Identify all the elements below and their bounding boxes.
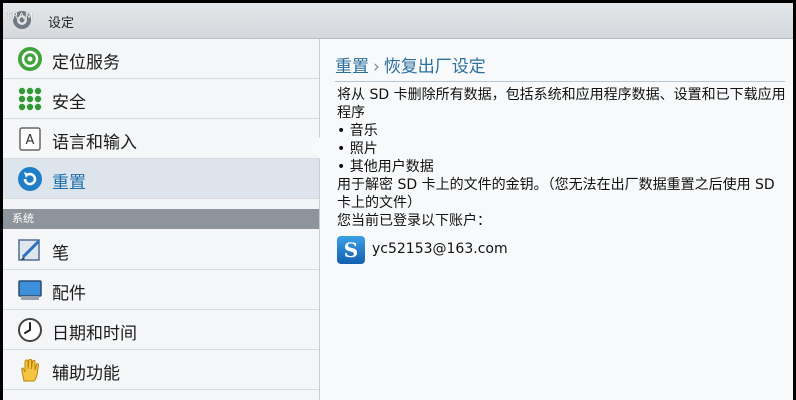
decrypt-note: 用于解密 SD 卡上的文件的金钥。（您无法在出厂数据重置之后使用 SD 卡上的文… <box>337 177 775 211</box>
svg-text:A: A <box>26 133 35 148</box>
bullet-item: 其他用户数据 <box>337 158 787 176</box>
sidebar-item-label: 配件 <box>52 284 86 304</box>
reset-description: 将从 SD 卡删除所有数据，包括系统和应用程序数据、设置和已下载应用程序 音乐 … <box>337 86 787 230</box>
account-s-icon: S <box>337 236 365 264</box>
sidebar-item-location[interactable]: 定位服务 <box>3 39 319 79</box>
sidebar-item-security[interactable]: 安全 <box>3 79 319 119</box>
hand-icon <box>21 358 40 382</box>
accounts-label: 您当前已登录以下账户： <box>337 213 491 229</box>
sidebar-item-label: 语言和输入 <box>52 133 137 153</box>
title-bar: TRAM 设定 <box>3 3 793 39</box>
sidebar-item-label: 安全 <box>52 93 86 113</box>
monitor-icon <box>18 280 42 300</box>
breadcrumb-separator: › <box>373 57 380 77</box>
bullet-item: 音乐 <box>337 122 787 140</box>
sidebar-item-pen[interactable]: 笔 <box>3 230 319 270</box>
breadcrumb-divider <box>335 81 785 82</box>
window-title: 设定 <box>48 16 75 31</box>
watermark: TRAM <box>6 12 34 22</box>
settings-list[interactable]: 定位服务 安全 A 语言和输入 重置 系统 笔 配件 日期和时间 辅助功能 <box>3 39 320 400</box>
sidebar-item-language-input[interactable]: A 语言和输入 <box>3 119 319 159</box>
sidebar-item-accessories[interactable]: 配件 <box>3 270 319 310</box>
reset-icon <box>18 167 42 191</box>
settings-window: TRAM 设定 定位服务 安全 A 语言和输入 重置 系统 笔 配件 日期和时间… <box>3 3 793 400</box>
location-icon <box>18 47 42 71</box>
sidebar-item-next[interactable] <box>3 390 319 400</box>
sidebar-item-label: 日期和时间 <box>52 324 137 344</box>
detail-pane: 重置 › 恢复出厂设定 将从 SD 卡删除所有数据，包括系统和应用程序数据、设置和已… <box>320 39 793 400</box>
bullet-item: 照片 <box>337 140 787 158</box>
security-grid-icon <box>18 87 42 111</box>
account-email: yc52153@163.com <box>372 241 508 257</box>
pen-icon <box>18 239 41 261</box>
intro-text: 将从 SD 卡删除所有数据，包括系统和应用程序数据、设置和已下载应用程序 <box>337 87 786 121</box>
clock-icon <box>18 318 42 342</box>
account-icon-letter: S <box>343 238 359 262</box>
breadcrumb: 重置 › 恢复出厂设定 <box>335 52 486 77</box>
sidebar-item-label: 辅助功能 <box>52 364 120 384</box>
selection-pointer <box>309 137 320 159</box>
section-header-system: 系统 <box>3 209 319 229</box>
breadcrumb-parent[interactable]: 重置 <box>335 57 369 77</box>
sidebar-item-label: 重置 <box>52 173 86 193</box>
sidebar-item-label: 定位服务 <box>52 53 120 73</box>
sidebar-item-accessibility[interactable]: 辅助功能 <box>3 350 319 390</box>
breadcrumb-current: 恢复出厂设定 <box>383 57 486 77</box>
sidebar-item-reset[interactable]: 重置 <box>3 159 319 199</box>
keyboard-a-icon: A <box>19 127 41 151</box>
sidebar-item-date-time[interactable]: 日期和时间 <box>3 310 319 350</box>
sidebar-item-label: 笔 <box>52 244 69 264</box>
